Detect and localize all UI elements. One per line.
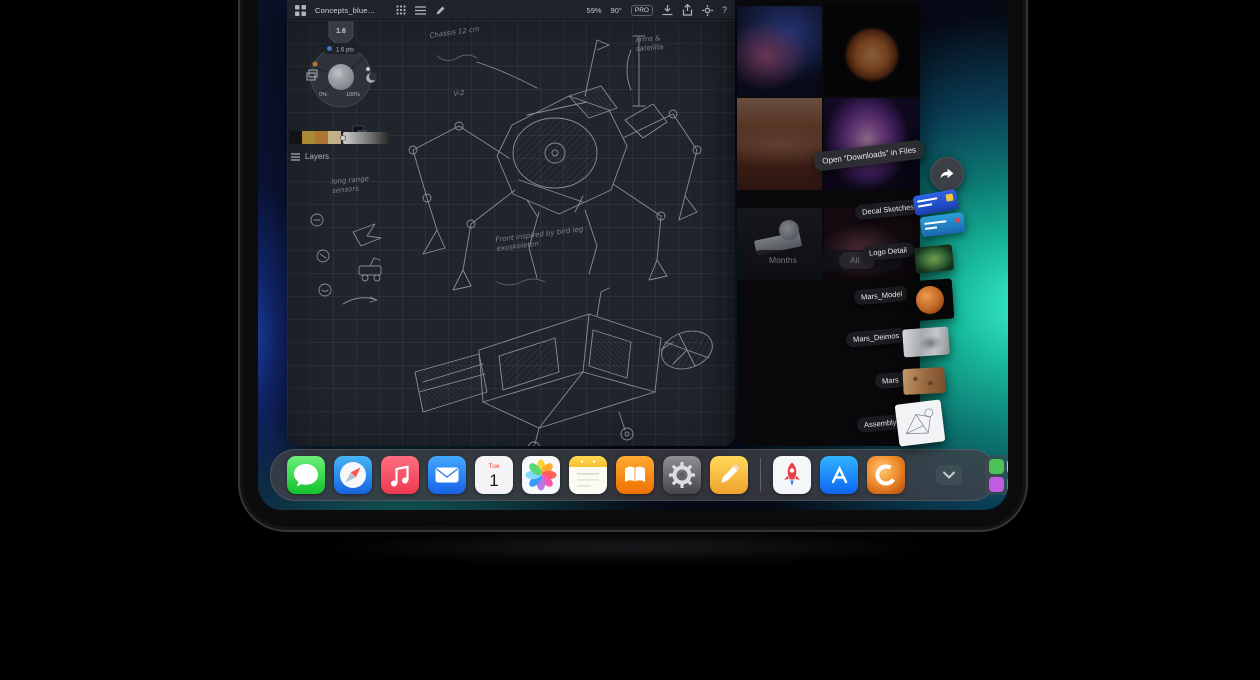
app-library-tile-purple (989, 477, 1004, 492)
drag-thumb-logo-detail[interactable] (914, 244, 955, 274)
decal-sticker-2 (920, 212, 966, 237)
calendar-weekday: Tue (489, 463, 500, 470)
dots-grid-icon[interactable] (396, 5, 406, 15)
dock-settings-icon[interactable] (663, 456, 701, 494)
drag-thumb-assembly-sketch[interactable] (895, 399, 946, 446)
orange-color-dot (312, 61, 317, 66)
photo-nebula-blue[interactable] (737, 6, 822, 96)
annotation-version: V-2 (453, 89, 465, 99)
drag-thumb-mars-deimos[interactable] (902, 326, 950, 357)
drag-thumb-mars-model[interactable] (906, 278, 955, 321)
app-library-tile-yellow (1007, 459, 1009, 474)
drawing-canvas[interactable]: Chassis 12 cm arms & satellite V-2 long … (287, 20, 735, 446)
export-icon[interactable] (682, 4, 693, 16)
dock-books-icon[interactable] (616, 456, 654, 494)
layers-label: Layers (305, 152, 329, 161)
annotation-arms: arms & satellite (635, 32, 688, 53)
brush-size-label: 1.6 pts (336, 48, 354, 54)
help-button[interactable]: ? (722, 5, 727, 15)
dock-pencil-app-icon[interactable] (710, 456, 748, 494)
value-gradient-slider[interactable] (343, 132, 389, 144)
dock-rocket-app-icon[interactable] (773, 456, 811, 494)
zoom-level[interactable]: 59% (587, 6, 602, 15)
white-color-dot (366, 67, 370, 71)
forward-arrow-button[interactable] (930, 157, 964, 191)
dock-safari-icon[interactable] (334, 456, 372, 494)
rotation-angle[interactable]: 90° (611, 6, 622, 15)
brush-tool-wheel[interactable]: 1.6 1.6 pts 0% 100% (295, 20, 387, 148)
layers-menu-icon (291, 153, 300, 161)
opacity-max: 100% (346, 92, 360, 98)
photo-mars-globe[interactable] (824, 6, 920, 96)
app-library-tile-blue (1007, 477, 1009, 492)
dock-mail-icon[interactable] (428, 456, 466, 494)
chevron-down-icon (942, 471, 956, 479)
swatch-yellow[interactable] (302, 131, 315, 144)
drag-thumb-decal-stickers[interactable] (912, 188, 967, 242)
tab-months[interactable]: Months (769, 255, 797, 265)
dock-music-icon[interactable] (381, 456, 419, 494)
swatch-black[interactable] (289, 131, 302, 144)
dock-collapse-chevron-button[interactable] (936, 465, 962, 485)
dock-appstore-icon[interactable] (820, 456, 858, 494)
dock-orange-app-icon[interactable] (867, 456, 905, 494)
spacecraft-dish (779, 220, 799, 240)
photo-mars-surface[interactable] (737, 98, 822, 190)
concepts-window: Concepts_blue… 59% 90° PRO (287, 0, 735, 446)
document-title[interactable]: Concepts_blue… (315, 6, 375, 15)
dock-photos-icon[interactable] (522, 456, 560, 494)
dock-calendar-icon[interactable]: Tue1 (475, 456, 513, 494)
swatch-orange[interactable] (315, 131, 328, 144)
brush-size-flag: 1.6 (336, 28, 346, 35)
drag-thumb-mars-photo[interactable] (902, 367, 945, 395)
dock-divider (760, 458, 761, 492)
calendar-day: 1 (489, 471, 498, 490)
app-library-button[interactable] (985, 455, 1008, 495)
device-shadow (305, 534, 955, 560)
gradient-slider-handle[interactable] (340, 135, 346, 141)
concepts-toolbar: Concepts_blue… 59% 90° PRO (287, 0, 735, 20)
dock: Tue1 (270, 449, 997, 501)
tab-all[interactable]: All (850, 255, 859, 265)
drag-item-label[interactable]: Mars (875, 372, 907, 389)
dock-messages-icon[interactable] (287, 456, 325, 494)
pen-tool-icon[interactable] (435, 5, 446, 16)
forward-arrow-icon (937, 164, 957, 184)
settings-gear-icon[interactable] (702, 5, 713, 16)
workspace-grid-icon[interactable] (295, 5, 306, 16)
ipad-screen: Concepts_blue… 59% 90° PRO (258, 0, 1008, 510)
pro-badge: PRO (631, 5, 653, 16)
color-palette (289, 131, 389, 144)
layers-panel-toggle[interactable]: Layers (291, 152, 329, 161)
import-icon[interactable] (662, 5, 673, 16)
opacity-min: 0% (319, 92, 327, 98)
menu-icon[interactable] (415, 6, 426, 15)
dock-notes-icon[interactable] (569, 456, 607, 494)
app-library-tile-green (989, 459, 1004, 474)
